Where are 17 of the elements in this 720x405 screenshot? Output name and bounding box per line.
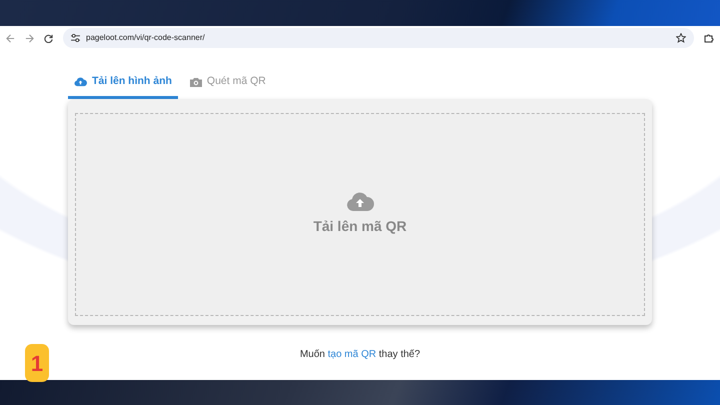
puzzle-icon[interactable] bbox=[704, 33, 714, 43]
cloud-upload-icon bbox=[346, 192, 374, 212]
camera-icon bbox=[190, 76, 202, 87]
step-badge: 1 bbox=[25, 344, 49, 382]
back-icon[interactable] bbox=[6, 34, 15, 42]
star-icon[interactable] bbox=[676, 33, 686, 43]
reload-icon[interactable] bbox=[44, 34, 53, 42]
tab[interactable]: Quét mã QR bbox=[184, 71, 272, 99]
upload-label: Tải lên mã QR bbox=[313, 216, 407, 236]
address-bar[interactable]: pageloot.com/vi/qr-code-scanner/ bbox=[63, 28, 694, 48]
footer-text: Muốn tạo mã QR thay thế? bbox=[300, 348, 420, 362]
create-qr-link[interactable]: tạo mã QR bbox=[328, 348, 376, 360]
forward-icon[interactable] bbox=[25, 34, 34, 42]
url-text: pageloot.com/vi/qr-code-scanner/ bbox=[86, 32, 205, 44]
site-settings-icon[interactable] bbox=[71, 34, 80, 42]
upload-dropzone[interactable]: Tải lên mã QR bbox=[75, 112, 645, 316]
cloud-upload-icon bbox=[74, 76, 87, 87]
